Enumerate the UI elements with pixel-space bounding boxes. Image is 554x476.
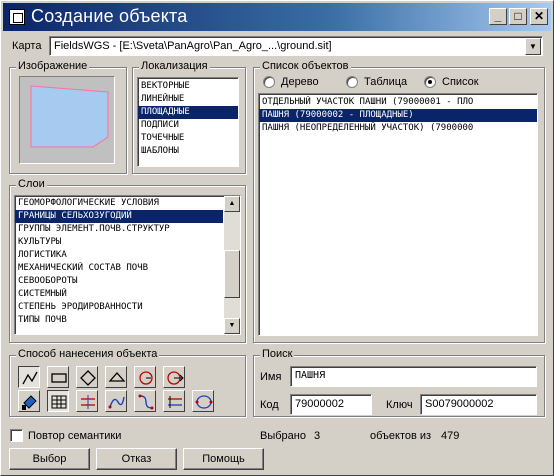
parallel-lines-tool-icon[interactable] xyxy=(76,390,98,412)
layers-group-title: Слои xyxy=(16,178,47,190)
method-group: Способ нанесения объекта xyxy=(9,348,246,417)
scroll-thumb[interactable] xyxy=(224,250,240,298)
close-button[interactable]: ✕ xyxy=(530,8,548,25)
image-group: Изображение xyxy=(9,60,127,174)
maximize-button[interactable]: □ xyxy=(509,8,527,25)
list-item[interactable]: СИСТЕМНЫЙ xyxy=(15,288,223,301)
list-item[interactable]: ТИПЫ ПОЧВ xyxy=(15,314,223,327)
rectangle-tool-icon[interactable] xyxy=(47,366,69,388)
name-label: Имя xyxy=(260,371,282,383)
repeat-semantics-checkbox[interactable] xyxy=(10,429,23,442)
total-count: 479 xyxy=(441,430,460,442)
circle-tool-icon[interactable] xyxy=(134,366,156,388)
code-label: Код xyxy=(260,399,279,411)
list-item[interactable]: ЛИНЕЙНЫЕ xyxy=(138,93,238,106)
radio-table-label: Таблица xyxy=(364,76,408,88)
title-bar[interactable]: Создание объекта _ □ ✕ xyxy=(3,3,551,31)
list-item[interactable]: КУЛЬТУРЫ xyxy=(15,236,223,249)
image-preview xyxy=(19,76,115,164)
minimize-button[interactable]: _ xyxy=(489,8,507,25)
layers-scrollbar[interactable]: ▲ ▼ xyxy=(224,196,240,334)
window-title: Создание объекта xyxy=(31,6,188,26)
list-item[interactable]: СТЕПЕНЬ ЭРОДИРОВАННОСТИ xyxy=(15,301,223,314)
triangle-tool-icon[interactable] xyxy=(105,366,127,388)
object-list-group: Список объектов Дерево Таблица Список ОТ… xyxy=(253,60,545,343)
radio-list[interactable] xyxy=(424,76,436,88)
radio-tree-label: Дерево xyxy=(281,76,319,88)
layers-list[interactable]: ГЕОМОРФОЛОГИЧЕСКИЕ УСЛОВИЯ ГРАНИЦЫ СЕЛЬХ… xyxy=(14,195,241,335)
paint-tool-icon[interactable] xyxy=(18,390,40,412)
list-item[interactable]: СЕВООБОРОТЫ xyxy=(15,275,223,288)
localization-list[interactable]: ВЕКТОРНЫЕ ЛИНЕЙНЫЕ ПЛОЩАДНЫЕ ПОДПИСИ ТОЧ… xyxy=(137,77,239,167)
list-item[interactable]: ШАБЛОНЫ xyxy=(138,145,238,158)
list-item[interactable]: ПЛОЩАДНЫЕ xyxy=(138,106,238,119)
list-item[interactable]: ТОЧЕЧНЫЕ xyxy=(138,132,238,145)
radio-table[interactable] xyxy=(346,76,358,88)
method-group-title: Способ нанесения объекта xyxy=(16,348,160,360)
offset-lines-tool-icon[interactable] xyxy=(163,390,185,412)
list-item[interactable]: ЛОГИСТИКА xyxy=(15,249,223,262)
code-field[interactable]: 79000002 xyxy=(290,394,372,415)
image-group-title: Изображение xyxy=(16,60,90,72)
list-item[interactable]: ОТДЕЛЬНЫЙ УЧАСТОК ПАШНИ (79000001 - ПЛО xyxy=(259,96,537,109)
grid-tool-icon[interactable] xyxy=(47,390,69,412)
total-label: объектов из xyxy=(370,430,432,442)
chevron-down-icon[interactable]: ▼ xyxy=(525,38,541,55)
repeat-semantics-label: Повтор семантики xyxy=(28,430,122,442)
list-item[interactable]: ГЕОМОРФОЛОГИЧЕСКИЕ УСЛОВИЯ xyxy=(15,197,223,210)
localization-group: Локализация ВЕКТОРНЫЕ ЛИНЕЙНЫЕ ПЛОЩАДНЫЕ… xyxy=(132,60,246,174)
scroll-down-icon[interactable]: ▼ xyxy=(224,318,240,334)
list-item[interactable]: МЕХАНИЧЕСКИЙ СОСТАВ ПОЧВ xyxy=(15,262,223,275)
ellipse-points-tool-icon[interactable] xyxy=(192,390,214,412)
list-item[interactable]: ПОДПИСИ xyxy=(138,119,238,132)
list-item[interactable]: ПАШНЯ (79000002 - ПЛОЩАДНЫЕ) xyxy=(259,109,537,122)
list-item[interactable]: ПАШНЯ (НЕОПРЕДЕЛЕННЫЙ УЧАСТОК) (7900000 xyxy=(259,122,537,135)
selected-label: Выбрано xyxy=(260,430,306,442)
object-list[interactable]: ОТДЕЛЬНЫЙ УЧАСТОК ПАШНИ (79000001 - ПЛО … xyxy=(258,93,538,336)
curve-tool-icon[interactable] xyxy=(105,390,127,412)
circle-arrow-tool-icon[interactable] xyxy=(163,366,185,388)
name-field[interactable]: ПАШНЯ xyxy=(290,366,537,387)
radio-tree[interactable] xyxy=(263,76,275,88)
area-preview-icon xyxy=(30,85,109,148)
key-field[interactable]: S0079000002 xyxy=(420,394,537,415)
rotated-rect-tool-icon[interactable] xyxy=(76,366,98,388)
spline-tool-icon[interactable] xyxy=(134,390,156,412)
select-button[interactable]: Выбор xyxy=(9,448,90,470)
search-group-title: Поиск xyxy=(260,348,295,360)
map-combobox[interactable]: FieldsWGS - [E:\Sveta\PanAgro\Pan_Agro_.… xyxy=(49,36,543,56)
app-icon xyxy=(9,9,25,25)
localization-group-title: Локализация xyxy=(139,60,210,72)
selected-count: 3 xyxy=(314,430,321,442)
scroll-up-icon[interactable]: ▲ xyxy=(224,196,240,212)
key-label: Ключ xyxy=(386,399,413,411)
radio-list-label: Список xyxy=(442,76,479,88)
map-combobox-value: FieldsWGS - [E:\Sveta\PanAgro\Pan_Agro_.… xyxy=(54,40,332,52)
search-group: Поиск Имя ПАШНЯ Код 79000002 Ключ S00790… xyxy=(253,348,545,417)
object-list-group-title: Список объектов xyxy=(260,60,351,72)
list-item[interactable]: ГРАНИЦЫ СЕЛЬХОЗУГОДИЙ xyxy=(15,210,223,223)
help-button[interactable]: Помощь xyxy=(183,448,264,470)
layers-group: Слои ГЕОМОРФОЛОГИЧЕСКИЕ УСЛОВИЯ ГРАНИЦЫ … xyxy=(9,178,246,343)
list-item[interactable]: ВЕКТОРНЫЕ xyxy=(138,80,238,93)
dialog-window: Создание объекта _ □ ✕ Карта FieldsWGS -… xyxy=(0,0,554,476)
polyline-tool-icon[interactable] xyxy=(18,366,40,388)
list-item[interactable]: ГРУППЫ ЭЛЕМЕНТ.ПОЧВ.СТРУКТУР xyxy=(15,223,223,236)
cancel-button[interactable]: Отказ xyxy=(96,448,177,470)
map-label: Карта xyxy=(12,40,42,52)
